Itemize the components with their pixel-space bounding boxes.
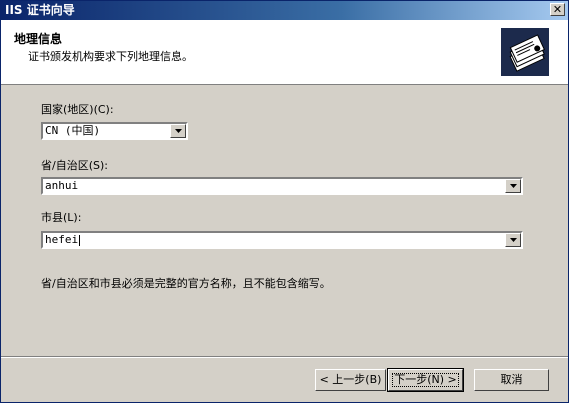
province-dropdown-button[interactable]: [505, 179, 521, 193]
title-bar[interactable]: IIS 证书向导 ✕: [1, 1, 568, 20]
window-title: IIS 证书向导: [5, 3, 75, 17]
text-caret: [79, 234, 81, 246]
city-combo[interactable]: hefei: [41, 231, 523, 249]
city-label: 市县(L):: [41, 211, 82, 224]
city-dropdown-button[interactable]: [505, 233, 521, 247]
province-combo[interactable]: anhui: [41, 177, 523, 195]
country-dropdown-button[interactable]: [170, 124, 186, 138]
page-title: 地理信息: [14, 32, 63, 46]
province-value: anhui: [45, 179, 79, 192]
certificate-wizard-icon: [501, 28, 549, 76]
chevron-down-icon: [510, 238, 517, 242]
city-value: hefei: [45, 233, 79, 246]
province-label: 省/自治区(S):: [41, 159, 108, 172]
page-subtitle: 证书颁发机构要求下列地理信息。: [28, 50, 193, 63]
country-label: 国家(地区)(C):: [41, 103, 114, 116]
close-icon: ✕: [552, 3, 563, 16]
back-button[interactable]: < 上一步(B): [315, 369, 386, 391]
wizard-header: 地理信息 证书颁发机构要求下列地理信息。: [1, 20, 568, 85]
country-value: CN (中国): [45, 124, 101, 137]
cancel-button[interactable]: 取消: [474, 369, 549, 391]
wizard-window: IIS 证书向导 ✕ 地理信息 证书颁发机构要求下列地理信息。 国家(地区)(C…: [0, 0, 569, 403]
chevron-down-icon: [175, 129, 182, 133]
name-requirement-note: 省/自治区和市县必须是完整的官方名称，且不能包含缩写。: [41, 277, 331, 290]
country-select[interactable]: CN (中国): [41, 122, 188, 140]
close-button[interactable]: ✕: [550, 3, 565, 16]
chevron-down-icon: [510, 184, 517, 188]
next-button[interactable]: 下一步(N) >: [387, 368, 464, 392]
